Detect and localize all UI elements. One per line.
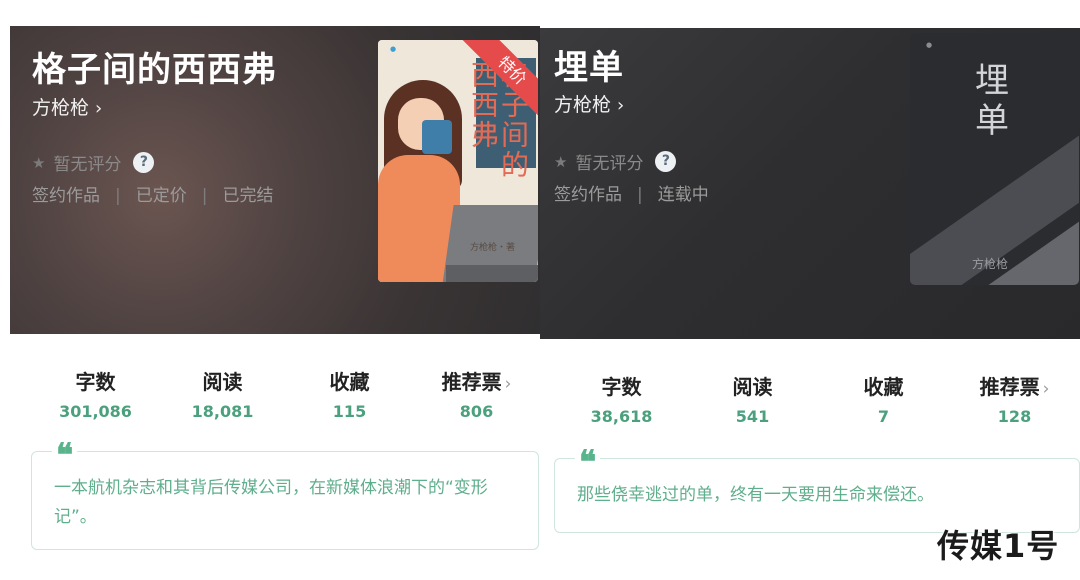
mug-icon: [422, 120, 452, 154]
stat-word-count: 字数 301,086: [32, 366, 159, 421]
rating-text: 暂无评分: [575, 154, 644, 174]
book-card-left: 格子间的西西弗 方枪枪 › ★ 暂无评分 ? 签约作品 | 已定价 | 已完结 ● 格子间…: [0, 0, 541, 580]
stat-label: 收藏: [863, 375, 904, 399]
book-stats: 字数 38,618 阅读 541 收藏 7 推荐票 › 128: [556, 371, 1080, 426]
book-title: 埋单: [554, 48, 624, 88]
stat-word-count: 字数 38,618: [556, 371, 687, 426]
stat-label: 阅读: [202, 370, 243, 394]
stat-value: 128: [997, 407, 1032, 426]
cover-title: 埋单: [975, 61, 1009, 141]
author-name: 方枪枪: [32, 97, 90, 119]
cover-author: 方枪枪: [972, 257, 1009, 271]
tag-signed: 签约作品: [554, 185, 622, 205]
tag-priced: 已定价: [135, 186, 187, 206]
chevron-right-icon: ›: [617, 95, 625, 116]
chevron-right-icon: ›: [1042, 379, 1050, 399]
tag-separator: |: [201, 186, 208, 206]
tag-separator: |: [637, 185, 643, 205]
star-icon: ★: [32, 153, 46, 172]
author-link[interactable]: 方枪枪 ›: [32, 93, 102, 120]
book-title: 格子间的西西弗: [32, 50, 277, 90]
publisher-logo: ●: [926, 41, 933, 49]
stat-reads: 阅读 18,081: [159, 366, 286, 421]
stat-favorites: 收藏 115: [286, 366, 413, 421]
stat-value: 115: [332, 402, 367, 421]
tag-signed: 签约作品: [32, 186, 100, 206]
stat-recommend-tickets[interactable]: 推荐票 › 128: [949, 371, 1080, 426]
help-icon[interactable]: ?: [133, 152, 155, 173]
book-header: 埋单 方枪枪 › ★ 暂无评分 ? 签约作品 | 连载中 ● 埋单 方枪枪: [540, 28, 1080, 339]
author-link[interactable]: 方枪枪 ›: [554, 90, 624, 117]
publisher-logo: ●: [390, 45, 397, 53]
book-cover[interactable]: ● 埋单 方枪枪: [910, 33, 1079, 285]
star-icon: ★: [554, 152, 568, 171]
stat-value: 541: [735, 407, 770, 426]
quote-icon: ❝: [575, 446, 601, 478]
stat-value: 301,086: [59, 402, 132, 421]
watermark: 传媒1号: [937, 527, 1060, 565]
chevron-right-icon: ›: [504, 374, 512, 394]
cover-author: 方枪枪・著: [470, 243, 516, 253]
rating-text: 暂无评分: [53, 155, 122, 175]
stat-favorites: 收藏 7: [818, 371, 949, 426]
stat-label: 字数: [75, 370, 116, 394]
stat-label: 阅读: [732, 375, 773, 399]
book-tags: 签约作品 | 已定价 | 已完结: [32, 181, 273, 206]
stat-value: 38,618: [590, 407, 653, 426]
stat-label: 推荐票 ›: [979, 375, 1050, 399]
stat-value: 806: [459, 402, 494, 421]
stat-label: 收藏: [329, 370, 370, 394]
tag-serializing: 连载中: [657, 185, 709, 205]
rating-row: ★ 暂无评分 ?: [554, 149, 677, 174]
stat-label: 字数: [601, 375, 642, 399]
stat-value: 18,081: [191, 402, 254, 421]
book-header: 格子间的西西弗 方枪枪 › ★ 暂无评分 ? 签约作品 | 已定价 | 已完结 ● 格子间…: [10, 26, 541, 334]
stat-value: 7: [877, 407, 890, 426]
author-name: 方枪枪: [554, 94, 612, 116]
book-intro: ❝ 一本航机杂志和其背后传媒公司，在新媒体浪潮下的“变形记”。: [31, 439, 539, 550]
stat-reads: 阅读 541: [687, 371, 818, 426]
stat-recommend-tickets[interactable]: 推荐票 › 806: [413, 366, 540, 421]
book-cover[interactable]: ● 格子间的西西弗 方枪枪・著 特价: [378, 40, 538, 282]
stat-label: 推荐票 ›: [441, 370, 512, 394]
tag-separator: |: [115, 186, 121, 206]
book-card-right: 埋单 方枪枪 › ★ 暂无评分 ? 签约作品 | 连载中 ● 埋单 方枪枪 字数 38…: [540, 0, 1080, 580]
book-stats: 字数 301,086 阅读 18,081 收藏 115 推荐票 › 806: [32, 366, 540, 421]
help-icon[interactable]: ?: [655, 151, 677, 172]
book-tags: 签约作品 | 连载中: [554, 180, 709, 205]
intro-text: 一本航机杂志和其背后传媒公司，在新媒体浪潮下的“变形记”。: [54, 478, 488, 527]
tag-completed: 已完结: [222, 186, 274, 206]
intro-text: 那些侥幸逃过的单，终有一天要用生命来偿还。: [577, 485, 934, 505]
quote-icon: ❝: [52, 439, 78, 471]
rating-row: ★ 暂无评分 ?: [32, 150, 155, 175]
chevron-right-icon: ›: [95, 98, 103, 119]
